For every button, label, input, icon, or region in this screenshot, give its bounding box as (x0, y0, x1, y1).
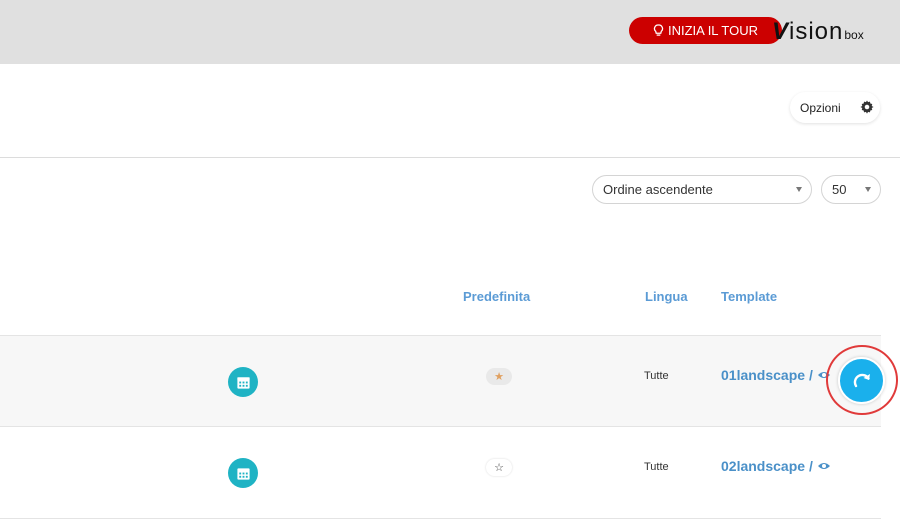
chevron-down-icon (865, 187, 871, 192)
table-row: ☆ Tutte 02landscape / (0, 427, 881, 519)
column-header-predefinita[interactable]: Predefinita (463, 289, 530, 304)
chevron-down-icon (796, 187, 802, 192)
calendar-icon[interactable] (228, 458, 258, 488)
order-select-value: Ordine ascendente (603, 182, 713, 197)
start-tour-button[interactable]: INIZIA IL TOUR (629, 17, 782, 44)
default-star-filled-icon[interactable]: ★ (486, 368, 512, 385)
template-name: 01landscape / (721, 367, 813, 383)
options-label: Opzioni (800, 100, 841, 115)
logo-main-text: ision (789, 18, 844, 45)
start-tour-label: INIZIA IL TOUR (667, 23, 759, 38)
eye-icon[interactable] (817, 461, 831, 471)
template-link[interactable]: 01landscape / (721, 367, 831, 383)
order-select[interactable]: Ordine ascendente (592, 175, 812, 204)
refresh-icon (853, 373, 870, 387)
gear-icon[interactable] (860, 100, 874, 114)
options-bar (0, 64, 900, 158)
template-name: 02landscape / (721, 458, 813, 474)
language-cell: Tutte (644, 461, 669, 473)
logo-v: V (772, 18, 790, 45)
default-star-empty-icon[interactable]: ☆ (486, 459, 512, 476)
page-size-select[interactable]: 50 (821, 175, 881, 204)
language-cell: Tutte (644, 370, 669, 382)
visionbox-logo: Vision box (772, 18, 864, 46)
refresh-button[interactable] (838, 357, 885, 404)
calendar-icon[interactable] (228, 367, 258, 397)
column-header-template[interactable]: Template (721, 289, 777, 304)
lightbulb-icon (653, 24, 664, 36)
column-header-lingua[interactable]: Lingua (645, 289, 688, 304)
logo-sub-text: box (844, 28, 864, 42)
page-size-value: 50 (832, 182, 847, 197)
top-header: INIZIA IL TOUR Vision box (0, 0, 900, 64)
table-row: ★ Tutte 01landscape / (0, 335, 881, 427)
template-link[interactable]: 02landscape / (721, 458, 831, 474)
